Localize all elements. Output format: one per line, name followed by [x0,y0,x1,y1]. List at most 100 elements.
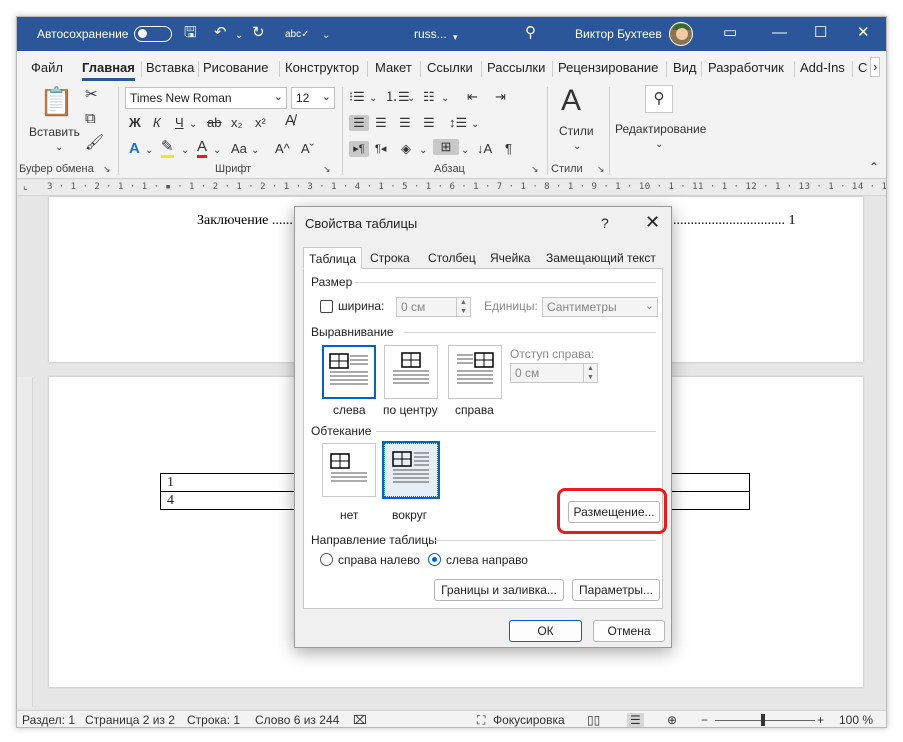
align-right-label[interactable]: справа [455,403,494,417]
read-mode-icon[interactable]: ▯▯ [587,713,600,727]
rtl-label[interactable]: справа налево [338,553,420,567]
tab-more[interactable]: С [858,60,867,75]
styles-launcher-icon[interactable]: ↘ [597,164,605,175]
spin-up-icon[interactable]: ▲ [456,298,470,307]
bullets-dropdown-icon[interactable]: ⌄ [369,91,377,107]
options-button[interactable]: Параметры... [572,579,660,601]
redo-icon[interactable]: ↻ [252,25,265,41]
focus-icon[interactable]: ⛶ [477,713,485,727]
align-left-option[interactable] [322,345,376,399]
tab-column[interactable]: Столбец [423,247,481,269]
collapse-ribbon-icon[interactable]: ⌃ [869,159,879,175]
status-page[interactable]: Страница 2 из 2 [85,713,175,727]
user-name[interactable]: Виктор Бухтеев [575,27,662,41]
tab-layout[interactable]: Макет [375,60,412,75]
italic-button[interactable]: К [153,115,161,131]
ribbon-display-icon[interactable]: ▭ [723,25,737,41]
font-launcher-icon[interactable]: ↘ [323,164,331,175]
help-button[interactable]: ? [601,215,609,231]
format-painter-icon[interactable]: 🖌 [85,135,104,151]
grow-font-button[interactable]: A^ [275,141,290,157]
tab-mailings[interactable]: Рассылки [487,60,545,75]
align-center-option[interactable] [384,345,438,399]
tab-insert[interactable]: Вставка [146,60,194,75]
paste-dropdown-icon[interactable]: ⌄ [55,140,63,156]
multilevel-dropdown-icon[interactable]: ⌄ [441,91,449,107]
close-icon[interactable]: ✕ [645,212,660,233]
styles-icon[interactable]: A [561,85,581,117]
text-effects-icon[interactable]: A [129,141,140,157]
web-layout-icon[interactable]: ⊕ [667,713,677,727]
show-marks-button[interactable]: ¶ [505,141,512,157]
text-effects-dropdown-icon[interactable]: ⌄ [145,143,153,159]
highlight-dropdown-icon[interactable]: ⌄ [181,143,189,159]
change-case-button[interactable]: Aa [231,141,247,157]
borders-icon[interactable]: ⊞ [433,139,459,155]
tab-review[interactable]: Рецензирование [558,60,658,75]
zoom-level[interactable]: 100 % [839,713,873,727]
align-left-icon[interactable]: ☰ [349,115,369,131]
paste-button[interactable]: Вставить [29,124,80,140]
tab-file[interactable]: Файл [31,60,63,75]
shrink-font-button[interactable]: Aˇ [301,141,314,157]
search-icon[interactable]: ⚲ [525,25,536,41]
spin-down-icon[interactable]: ▼ [456,307,470,316]
minimize-icon[interactable]: — [772,25,787,41]
highlight-icon[interactable]: ✎ [161,139,174,158]
underline-button[interactable]: Ч [175,115,184,131]
rtl-radio[interactable] [320,553,333,566]
change-case-dropdown-icon[interactable]: ⌄ [251,143,259,159]
undo-dropdown-icon[interactable]: ⌄ [235,28,243,44]
tab-alt-text[interactable]: Замещающий текст [541,247,661,269]
numbering-icon[interactable]: ⒈☰ [385,89,410,105]
print-layout-icon[interactable]: ☰ [627,713,644,727]
indent-spinner[interactable]: 0 см ▲ ▼ [510,363,598,383]
line-spacing-icon[interactable]: ↕☰ [449,115,467,131]
close-icon[interactable]: ✕ [857,25,870,41]
proofing-icon[interactable]: ⌧ [353,713,367,727]
tab-design[interactable]: Конструктор [285,60,359,75]
increase-indent-icon[interactable]: ⇥ [495,89,506,105]
tab-row[interactable]: Строка [365,247,415,269]
cancel-button[interactable]: Отмена [593,620,665,642]
tab-selector-icon[interactable]: ⌞ [23,181,28,192]
quick-access-dropdown-icon[interactable]: ⌄ [322,28,330,44]
tab-table[interactable]: Таблица [303,247,363,269]
underline-dropdown-icon[interactable]: ⌄ [189,117,197,133]
horizontal-ruler[interactable]: ⌞ 3 · 1 · 2 · 1 · 1 · ▪ · 1 · 2 · 1 · 2 … [17,180,886,196]
avatar[interactable] [669,22,693,46]
autosave-toggle[interactable] [134,26,172,42]
superscript-button[interactable]: x² [255,115,266,131]
document-name[interactable]: russ... [414,27,447,41]
tab-home[interactable]: Главная [82,60,135,81]
ltr-radio[interactable] [428,553,441,566]
tab-developer[interactable]: Разработчик [708,60,784,75]
zoom-out-icon[interactable]: − [701,713,708,727]
spin-down-icon[interactable]: ▼ [583,373,597,382]
zoom-slider[interactable] [715,720,815,721]
shading-icon[interactable]: ◈ [401,141,411,157]
status-section[interactable]: Раздел: 1 [22,713,75,727]
align-center-icon[interactable]: ☰ [375,115,387,131]
strikethrough-button[interactable]: ab [207,115,221,131]
paste-icon[interactable]: 📋 [39,87,74,117]
font-color-dropdown-icon[interactable]: ⌄ [213,143,221,159]
zoom-in-icon[interactable]: + [817,713,824,727]
borders-shading-button[interactable]: Границы и заливка... [434,579,564,601]
font-size-combo[interactable]: 12 ⌄ [291,87,335,109]
bullets-icon[interactable]: ⁝☰ [349,89,365,105]
font-name-combo[interactable]: Times New Roman ⌄ [125,87,287,109]
styles-dropdown-icon[interactable]: ⌄ [573,139,581,155]
align-center-label[interactable]: по центру [383,403,438,417]
rtl-icon[interactable]: ¶◂ [375,141,386,157]
undo-icon[interactable]: ↶ [214,25,227,41]
spin-up-icon[interactable]: ▲ [583,364,597,373]
styles-button[interactable]: Стили [559,123,594,139]
wrap-none-label[interactable]: нет [340,508,358,522]
copy-icon[interactable]: ⧉ [85,111,96,127]
ok-button[interactable]: ОК [509,620,582,642]
bold-button[interactable]: Ж [129,115,141,131]
clear-formatting-icon[interactable]: A̸ [285,113,295,129]
maximize-icon[interactable]: ☐ [814,25,827,41]
borders-dropdown-icon[interactable]: ⌄ [461,143,469,159]
